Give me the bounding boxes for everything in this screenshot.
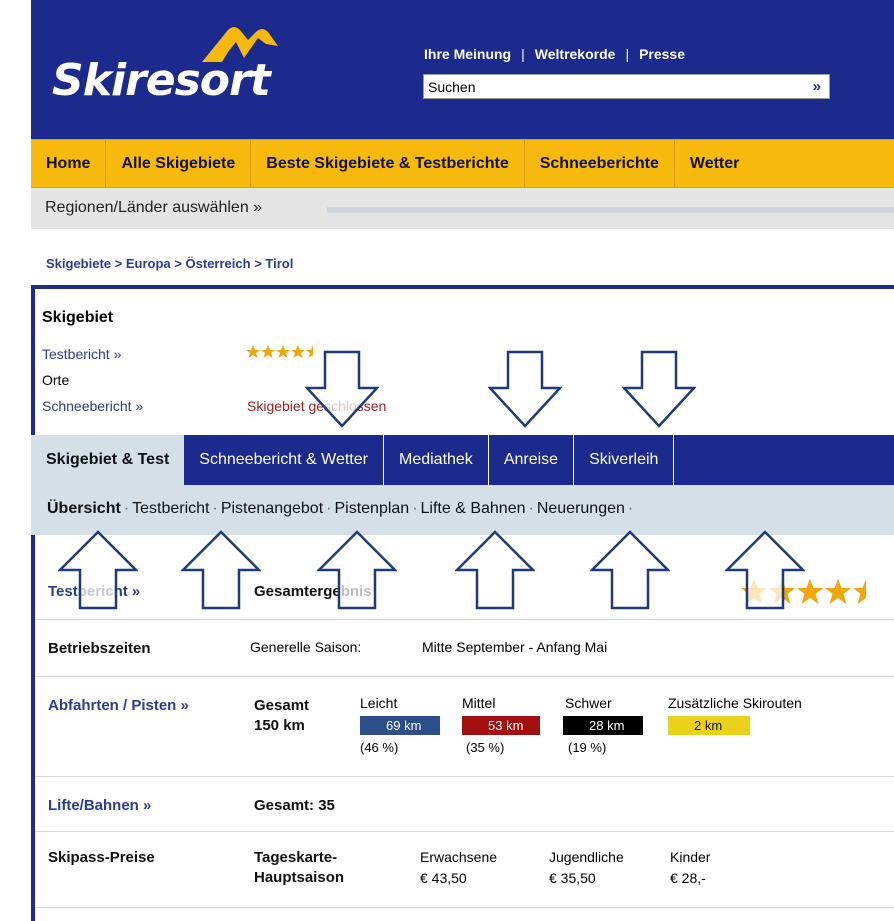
pisten-total-value: 150 km: [254, 717, 305, 734]
nav-home[interactable]: Home: [31, 140, 107, 187]
breadcrumb: Skigebiete > Europa > Österreich > Tirol: [46, 256, 294, 271]
piste-skirouten-label: Zusätzliche Skirouten: [668, 695, 802, 711]
season-label: Generelle Saison:: [250, 639, 362, 655]
tab-skigebiet-test[interactable]: Skigebiet & Test: [31, 435, 185, 485]
search-submit-button[interactable]: »: [813, 78, 821, 95]
region-select-link[interactable]: Regionen/Länder auswählen »: [45, 199, 262, 217]
pisten-link[interactable]: Abfahrten / Pisten »: [48, 697, 189, 714]
piste-leicht-pct: (46 %): [360, 740, 399, 755]
search-input[interactable]: [424, 75, 772, 98]
price-erwachsene-label: Erwachsene: [420, 849, 498, 865]
price-kinder-label: Kinder: [670, 849, 711, 865]
nav-beste-skigebiete[interactable]: Beste Skigebiete & Testberichte: [251, 140, 525, 187]
header-link-weltrekorde[interactable]: Weltrekorde: [535, 46, 616, 62]
down-arrow-icon: [488, 350, 562, 428]
row-divider: [35, 831, 894, 832]
subtab-pistenplan[interactable]: Pistenplan: [334, 500, 409, 517]
subtab-pistenangebot[interactable]: Pistenangebot: [221, 500, 323, 517]
testbericht-link[interactable]: Testbericht »: [42, 346, 121, 362]
main-nav: Home Alle Skigebiete Beste Skigebiete & …: [31, 139, 894, 188]
nav-schneeberichte[interactable]: Schneeberichte: [525, 140, 675, 187]
star-icon: [825, 579, 851, 604]
breadcrumb-skigebiete[interactable]: Skigebiete: [46, 256, 111, 271]
up-arrow-icon: [181, 530, 261, 610]
season-value: Mitte September - Anfang Mai: [422, 639, 608, 655]
breadcrumb-europa[interactable]: Europa: [126, 256, 171, 271]
star-half-icon: [853, 579, 866, 604]
resort-heading: Skigebiet: [42, 309, 114, 326]
down-arrow-icon: [622, 350, 696, 428]
row-divider: [35, 907, 894, 908]
down-arrow-icon: [305, 350, 379, 428]
star-icon: [261, 345, 275, 358]
orte-label: Orte: [42, 372, 70, 388]
price-jugendliche-value: € 35,50: [549, 870, 596, 886]
header-link-presse[interactable]: Presse: [639, 46, 685, 62]
lifte-total: Gesamt: 35: [254, 797, 335, 814]
breadcrumb-oesterreich[interactable]: Österreich: [186, 256, 251, 271]
region-divider: [327, 207, 894, 213]
logo[interactable]: Skiresort: [52, 55, 271, 107]
nav-alle-skigebiete[interactable]: Alle Skigebiete: [106, 140, 252, 187]
header-link-meinung[interactable]: Ihre Meinung: [424, 46, 511, 62]
region-bar: Regionen/Länder auswählen »: [31, 188, 894, 229]
up-arrow-icon: [317, 530, 397, 610]
tab-skiverleih[interactable]: Skiverleih: [574, 435, 675, 485]
ticket-type-line2: Hauptsaison: [254, 869, 345, 886]
price-kinder-value: € 28,-: [670, 870, 706, 886]
piste-mittel-km: 53 km: [462, 716, 540, 735]
lifte-link[interactable]: Lifte/Bahnen »: [48, 797, 151, 814]
subtab-uebersicht[interactable]: Übersicht: [47, 500, 121, 517]
piste-leicht-label: Leicht: [360, 695, 398, 711]
piste-skirouten-km: 2 km: [668, 716, 750, 735]
betriebszeiten-label: Betriebszeiten: [48, 640, 151, 657]
schneebericht-link[interactable]: Schneebericht »: [42, 398, 143, 414]
subtab-bar: Übersicht · Testbericht · Pistenangebot · Pist…: [31, 485, 894, 535]
piste-schwer-km: 28 km: [563, 716, 643, 735]
up-arrow-icon: [590, 530, 670, 610]
up-arrow-icon: [58, 530, 138, 610]
header-links: Ihre Meinung | Weltrekorde | Presse: [424, 46, 686, 62]
search-box: »: [423, 74, 830, 99]
up-arrow-icon: [455, 530, 535, 610]
star-icon: [246, 345, 260, 358]
up-arrow-icon: [725, 530, 805, 610]
star-icon: [291, 345, 305, 358]
piste-schwer-label: Schwer: [565, 695, 612, 711]
row-divider: [35, 619, 894, 620]
pisten-total-label: Gesamt: [254, 697, 310, 714]
tab-mediathek[interactable]: Mediathek: [384, 435, 489, 485]
skipass-label: Skipass-Preise: [48, 849, 155, 866]
breadcrumb-tirol[interactable]: Tirol: [265, 256, 293, 271]
subtab-neuerungen[interactable]: Neuerungen: [537, 500, 625, 517]
piste-mittel-label: Mittel: [462, 695, 496, 711]
tab-anreise[interactable]: Anreise: [489, 435, 575, 485]
nav-wetter[interactable]: Wetter: [675, 140, 755, 187]
subtab-lifte-bahnen[interactable]: Lifte & Bahnen: [421, 500, 526, 517]
price-jugendliche-label: Jugendliche: [549, 849, 624, 865]
tab-bar: Skigebiet & Test Schneebericht & Wetter …: [31, 435, 894, 485]
ticket-type-line1: Tageskarte-: [254, 849, 338, 866]
price-erwachsene-value: € 43,50: [420, 870, 467, 886]
piste-leicht-km: 69 km: [360, 716, 440, 735]
subtab-testbericht[interactable]: Testbericht: [132, 500, 209, 517]
tab-schneebericht-wetter[interactable]: Schneebericht & Wetter: [184, 435, 384, 485]
piste-schwer-pct: (19 %): [568, 740, 607, 755]
star-icon: [276, 345, 290, 358]
piste-mittel-pct: (35 %): [466, 740, 505, 755]
row-divider: [35, 676, 894, 677]
row-divider: [35, 776, 894, 777]
